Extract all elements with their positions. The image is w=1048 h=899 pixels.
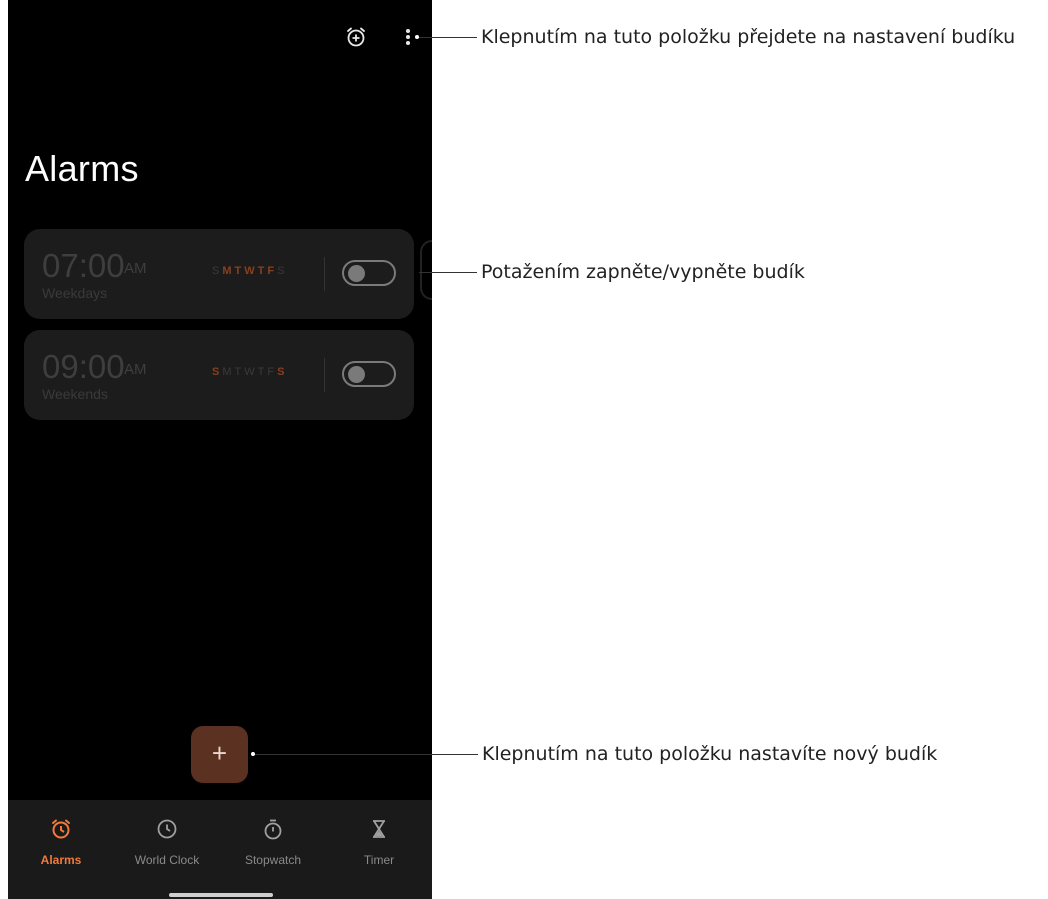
- alarm-label: Weekends: [42, 386, 108, 402]
- tab-label: Timer: [363, 853, 395, 867]
- tab-label: Alarms: [40, 853, 82, 867]
- alarm-ampm: AM: [124, 361, 147, 378]
- day-friday: F: [267, 366, 278, 378]
- alarm-card[interactable]: 09:00 AM Weekends SMTWTFS: [24, 330, 414, 420]
- callout-settings-text: Klepnutím na tuto položku přejdete na na…: [481, 26, 1016, 48]
- clock-app-screen: Alarms 07:00 AM Weekdays SMTWTFS 09:00 A…: [8, 0, 432, 899]
- day-tuesday: T: [234, 366, 245, 378]
- home-indicator[interactable]: [169, 893, 273, 897]
- day-wednesday: W: [244, 265, 258, 277]
- card-divider: [324, 257, 325, 291]
- alarm-days: SMTWTFS: [212, 366, 287, 378]
- bottom-navigation: Alarms World Clock Stopwatch Timer: [8, 800, 432, 899]
- alarm-clock-icon: [52, 819, 70, 839]
- day-thursday: T: [257, 265, 268, 277]
- day-sunday: S: [212, 265, 223, 277]
- more-options-icon[interactable]: [403, 26, 413, 48]
- callout-line: [419, 37, 477, 38]
- hourglass-icon: [373, 820, 385, 838]
- alarm-label: Weekdays: [42, 285, 108, 301]
- stopwatch-icon: [264, 819, 282, 840]
- alarm-ampm: AM: [124, 260, 147, 277]
- day-saturday: S: [277, 265, 288, 277]
- tab-timer[interactable]: Timer: [326, 800, 432, 880]
- tab-alarms[interactable]: Alarms: [8, 800, 114, 880]
- alarm-days: SMTWTFS: [212, 265, 287, 277]
- alarm-time: 09:00: [42, 348, 125, 385]
- day-sunday: S: [212, 366, 223, 378]
- toggle-knob: [348, 265, 365, 282]
- alarm-toggle[interactable]: [342, 260, 396, 286]
- toggle-knob: [348, 366, 365, 383]
- day-tuesday: T: [234, 265, 245, 277]
- callout-add-text: Klepnutím na tuto položku nastavíte nový…: [482, 743, 938, 765]
- page-title: Alarms: [25, 148, 139, 189]
- tab-label: Stopwatch: [244, 853, 302, 867]
- day-saturday: S: [277, 366, 288, 378]
- callout-toggle-text: Potažením zapněte/vypněte budík: [481, 261, 805, 283]
- day-thursday: T: [257, 366, 268, 378]
- tab-stopwatch[interactable]: Stopwatch: [220, 800, 326, 880]
- day-wednesday: W: [244, 366, 258, 378]
- clock-icon: [157, 819, 177, 839]
- add-alarm-icon[interactable]: [345, 26, 367, 48]
- day-monday: M: [222, 265, 235, 277]
- tab-world-clock[interactable]: World Clock: [114, 800, 220, 880]
- alarm-time: 07:00: [42, 247, 125, 284]
- card-edge-peek: [420, 240, 432, 300]
- callout-line: [419, 272, 477, 273]
- alarm-card[interactable]: 07:00 AM Weekdays SMTWTFS: [24, 229, 414, 319]
- tab-label: World Clock: [134, 853, 200, 867]
- alarm-toggle[interactable]: [342, 361, 396, 387]
- add-alarm-button[interactable]: +: [191, 726, 248, 783]
- callout-line: [255, 754, 478, 755]
- day-monday: M: [222, 366, 235, 378]
- card-divider: [324, 358, 325, 392]
- day-friday: F: [267, 265, 278, 277]
